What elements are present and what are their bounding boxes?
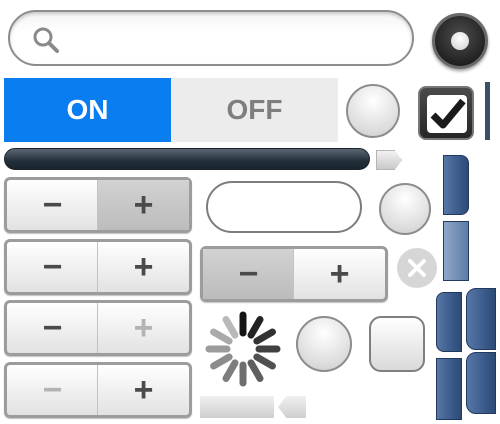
close-icon [408, 259, 426, 277]
decrement-button[interactable]: − [7, 242, 98, 292]
back-tab[interactable] [278, 396, 306, 418]
checkmark-icon [427, 95, 467, 133]
activity-spinner-icon [205, 311, 281, 387]
segment-bar[interactable] [200, 396, 274, 418]
clear-button[interactable] [397, 248, 437, 288]
decrement-button[interactable]: − [203, 249, 294, 299]
spinner-spoke [247, 359, 264, 382]
spinner-spoke [222, 316, 239, 339]
progress-bar [4, 148, 370, 170]
spinner-spoke [253, 328, 276, 345]
checkbox-checked[interactable] [418, 86, 474, 140]
stepper[interactable]: − + [200, 246, 388, 302]
radio-dot-icon [451, 32, 469, 50]
decrement-button[interactable]: − [7, 180, 98, 230]
increment-button-disabled[interactable]: + [97, 303, 189, 353]
spinner-spoke [247, 316, 264, 339]
round-button[interactable] [346, 84, 400, 138]
search-input[interactable] [70, 22, 404, 56]
rounded-text-field[interactable] [206, 181, 362, 233]
round-button[interactable] [296, 316, 352, 372]
stepper[interactable]: − + [4, 362, 192, 418]
square-button[interactable] [369, 316, 425, 372]
increment-button[interactable]: + [293, 249, 385, 299]
stepper[interactable]: − + [4, 239, 192, 295]
increment-button[interactable]: + [97, 365, 189, 415]
side-tab[interactable] [436, 292, 462, 352]
side-tab[interactable] [466, 288, 496, 350]
side-tab[interactable] [466, 352, 496, 414]
round-button[interactable] [379, 183, 431, 235]
spinner-spoke [210, 328, 233, 345]
vertical-divider [485, 82, 490, 140]
spinner-spoke [210, 353, 233, 370]
radio-button-selected[interactable] [432, 13, 488, 69]
spinner-spoke [253, 353, 276, 370]
increment-button[interactable]: + [97, 180, 189, 230]
stepper[interactable]: − + [4, 177, 192, 233]
side-tab[interactable] [443, 155, 469, 215]
search-field[interactable] [8, 10, 414, 66]
side-tab[interactable] [436, 358, 462, 420]
progress-end-tab[interactable] [376, 150, 402, 170]
side-tab[interactable] [443, 221, 469, 281]
decrement-button-disabled[interactable]: − [7, 365, 98, 415]
spinner-spoke [222, 359, 239, 382]
on-off-switch[interactable]: ON OFF [4, 78, 338, 142]
switch-on-segment[interactable]: ON [4, 78, 171, 142]
decrement-button[interactable]: − [7, 303, 98, 353]
stepper[interactable]: − + [4, 300, 192, 356]
increment-button[interactable]: + [97, 242, 189, 292]
switch-off-segment[interactable]: OFF [171, 78, 338, 142]
search-icon [33, 27, 59, 53]
